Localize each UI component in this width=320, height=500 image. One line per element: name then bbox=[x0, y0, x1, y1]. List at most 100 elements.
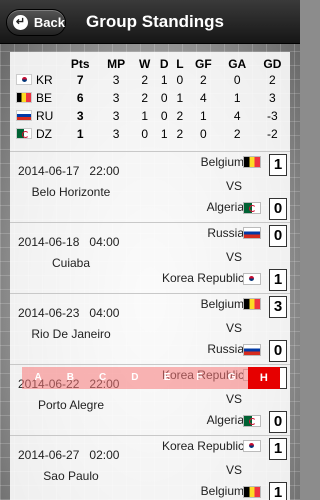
match-time: 04:00 bbox=[89, 235, 120, 249]
team-code: BE bbox=[36, 91, 53, 105]
stat-cell: 0 bbox=[233, 73, 241, 87]
home-score: 0 bbox=[269, 225, 287, 247]
away-score: 0 bbox=[269, 340, 287, 362]
match-item[interactable]: 2014-06-18 04:00 Cuiaba Russia 0 VS Korea Rep… bbox=[10, 222, 290, 293]
group-tab-f[interactable]: F bbox=[183, 367, 215, 389]
kr-flag-icon bbox=[243, 440, 261, 452]
navigation-bar: Group Standings ↵ Back bbox=[0, 0, 300, 44]
standings-row[interactable]: DZ 1 3 0 1 2 0 2 -2 bbox=[10, 125, 290, 143]
versus-label: VS bbox=[225, 179, 242, 193]
standings-row[interactable]: BE 6 3 2 0 1 4 1 3 bbox=[10, 89, 290, 107]
team-code: KR bbox=[36, 73, 53, 87]
group-panel: Pts MP W D L GF GA GD KR 7 3 2 1 0 2 0 2 BE 6 3 2 0 1 4… bbox=[10, 52, 290, 500]
match-item[interactable]: 2014-06-27 02:00 Sao Paulo Korea Republic 1… bbox=[10, 435, 290, 500]
be-flag-icon bbox=[243, 486, 261, 498]
team-cell: BE bbox=[10, 89, 62, 107]
stat-cell: 1 bbox=[141, 109, 149, 123]
stat-cell: 6 bbox=[76, 91, 84, 105]
stat-cell: 3 bbox=[112, 73, 120, 87]
team-code: DZ bbox=[36, 127, 52, 141]
back-button[interactable]: ↵ Back bbox=[6, 9, 66, 36]
group-tab-d[interactable]: D bbox=[119, 367, 151, 389]
group-tab-c[interactable]: C bbox=[87, 367, 119, 389]
stat-cell: 1 bbox=[160, 127, 168, 141]
column-header-mp: MP bbox=[107, 56, 126, 71]
column-header-gd: GD bbox=[263, 56, 282, 71]
back-button-label: Back bbox=[33, 15, 65, 30]
stat-cell: 0 bbox=[176, 73, 184, 87]
group-selector: ABCDEFGH bbox=[22, 367, 280, 389]
match-venue: Porto Alegre bbox=[37, 398, 105, 412]
home-score: 1 bbox=[269, 438, 287, 460]
stat-cell: 0 bbox=[141, 127, 149, 141]
be-flag-icon bbox=[243, 156, 261, 168]
versus-label: VS bbox=[225, 392, 242, 406]
stat-cell: 3 bbox=[112, 91, 120, 105]
stat-cell: 1 bbox=[200, 109, 207, 123]
match-datetime: 2014-06-23 04:00 bbox=[18, 306, 119, 320]
column-header-d: D bbox=[159, 56, 169, 71]
versus-label: VS bbox=[225, 250, 242, 264]
stat-cell: 2 bbox=[176, 127, 184, 141]
stat-cell: 2 bbox=[269, 73, 276, 87]
stat-cell: 3 bbox=[269, 91, 276, 105]
stat-cell: 0 bbox=[160, 109, 168, 123]
stat-cell: 0 bbox=[200, 127, 207, 141]
stat-cell: 2 bbox=[176, 109, 184, 123]
group-tab-b[interactable]: B bbox=[54, 367, 86, 389]
column-header-l: L bbox=[176, 56, 184, 71]
match-item[interactable]: 2014-06-23 04:00 Rio De Janeiro Belgium 3 VS… bbox=[10, 293, 290, 364]
match-date: 2014-06-17 bbox=[18, 164, 80, 178]
away-score: 1 bbox=[269, 269, 287, 291]
match-datetime: 2014-06-27 02:00 bbox=[18, 448, 119, 462]
away-score: 1 bbox=[269, 482, 287, 500]
versus-label: VS bbox=[225, 321, 242, 335]
stat-cell: 3 bbox=[112, 109, 120, 123]
away-team-name: Korea Republic bbox=[161, 271, 244, 285]
dz-flag-icon bbox=[243, 415, 261, 427]
be-flag-icon bbox=[243, 298, 261, 310]
team-code: RU bbox=[36, 109, 54, 123]
group-tab-g[interactable]: G bbox=[216, 367, 248, 389]
stat-cell: 1 bbox=[76, 127, 84, 141]
home-team-name: Korea Republic bbox=[161, 439, 244, 453]
column-header-gf: GF bbox=[195, 56, 212, 71]
dz-flag-icon bbox=[16, 128, 32, 139]
away-team-name: Algeria bbox=[206, 413, 244, 427]
ru-flag-icon bbox=[243, 227, 261, 239]
away-score: 0 bbox=[269, 198, 287, 220]
match-venue: Sao Paulo bbox=[43, 469, 99, 483]
match-datetime: 2014-06-17 22:00 bbox=[18, 164, 119, 178]
dz-flag-icon bbox=[243, 202, 261, 214]
stat-cell: 4 bbox=[200, 91, 207, 105]
match-time: 22:00 bbox=[89, 164, 120, 178]
home-score: 3 bbox=[269, 296, 287, 318]
group-tab-h[interactable]: H bbox=[247, 367, 280, 389]
stat-cell: 3 bbox=[112, 127, 120, 141]
versus-label: VS bbox=[225, 463, 242, 477]
standings-header-row: Pts MP W D L GF GA GD bbox=[10, 52, 290, 71]
match-venue: Belo Horizonte bbox=[31, 185, 111, 199]
stat-cell: 2 bbox=[200, 73, 207, 87]
ru-flag-icon bbox=[243, 344, 261, 356]
team-cell: RU bbox=[10, 107, 62, 125]
match-item[interactable]: 2014-06-17 22:00 Belo Horizonte Belgium 1 VS… bbox=[10, 151, 290, 222]
away-team-name: Russia bbox=[207, 342, 244, 356]
standings-row[interactable]: KR 7 3 2 1 0 2 0 2 bbox=[10, 71, 290, 89]
match-datetime: 2014-06-18 04:00 bbox=[18, 235, 119, 249]
team-cell: KR bbox=[10, 71, 62, 89]
stat-cell: 1 bbox=[160, 73, 168, 87]
group-tab-a[interactable]: A bbox=[22, 367, 54, 389]
match-time: 02:00 bbox=[89, 448, 120, 462]
back-arrow-icon: ↵ bbox=[13, 15, 28, 30]
standings-row[interactable]: RU 3 3 1 0 2 1 4 -3 bbox=[10, 107, 290, 125]
stat-cell: 4 bbox=[233, 109, 241, 123]
column-header-team bbox=[10, 52, 62, 71]
match-list: 2014-06-17 22:00 Belo Horizonte Belgium 1 VS… bbox=[10, 151, 290, 500]
standings-table: Pts MP W D L GF GA GD KR 7 3 2 1 0 2 0 2 BE 6 3 2 0 1 4… bbox=[10, 52, 290, 143]
ru-flag-icon bbox=[16, 110, 32, 121]
stat-cell: -2 bbox=[267, 127, 278, 141]
group-tab-e[interactable]: E bbox=[151, 367, 183, 389]
match-date: 2014-06-18 bbox=[18, 235, 80, 249]
stat-cell: 1 bbox=[176, 91, 184, 105]
